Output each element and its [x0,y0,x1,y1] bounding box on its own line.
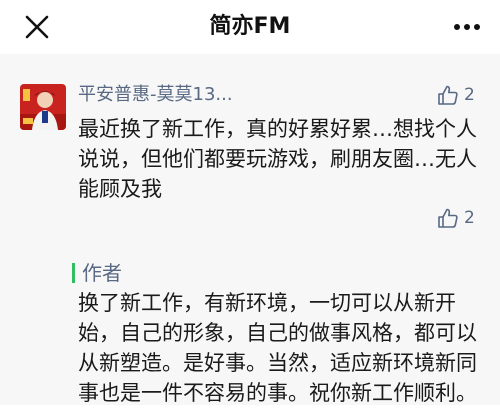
author-label: 作者 [82,261,122,285]
reply-like-button[interactable]: 2 [437,207,475,229]
page-title: 简亦FM [209,14,291,39]
reply-text: 换了新工作，有新环境，一切可以从新开始，自己的形象，自己的做事风格，都可以从新塑… [78,291,477,405]
author-row: 作者 [70,260,490,286]
comment-like-count: 2 [464,85,475,105]
author-reply: 作者 换了新工作，有新环境，一切可以从新开始，自己的形象，自己的做事风格，都可以… [70,260,490,405]
comment-like-button[interactable]: 2 [437,84,475,106]
reply-like-count: 2 [464,208,475,228]
avatar[interactable] [20,84,66,130]
comment-nickname[interactable]: 平安普惠-莫莫13... [78,83,233,107]
thumbs-up-icon [438,208,458,228]
more-icon [454,24,480,30]
thumbs-up-icon [438,85,458,105]
more-button[interactable] [450,12,484,42]
avatar-image [20,84,66,130]
comment-area: 平安普惠-莫莫13... 2 最近换了新工作，真的好累好累…想找个人说说，但他们… [0,54,500,405]
top-bar: 简亦FM [0,0,500,54]
comment-text: 最近换了新工作，真的好累好累…想找个人说说，但他们都要玩游戏，刷朋友圈…无人能顾… [78,117,477,201]
author-marker [72,263,75,283]
